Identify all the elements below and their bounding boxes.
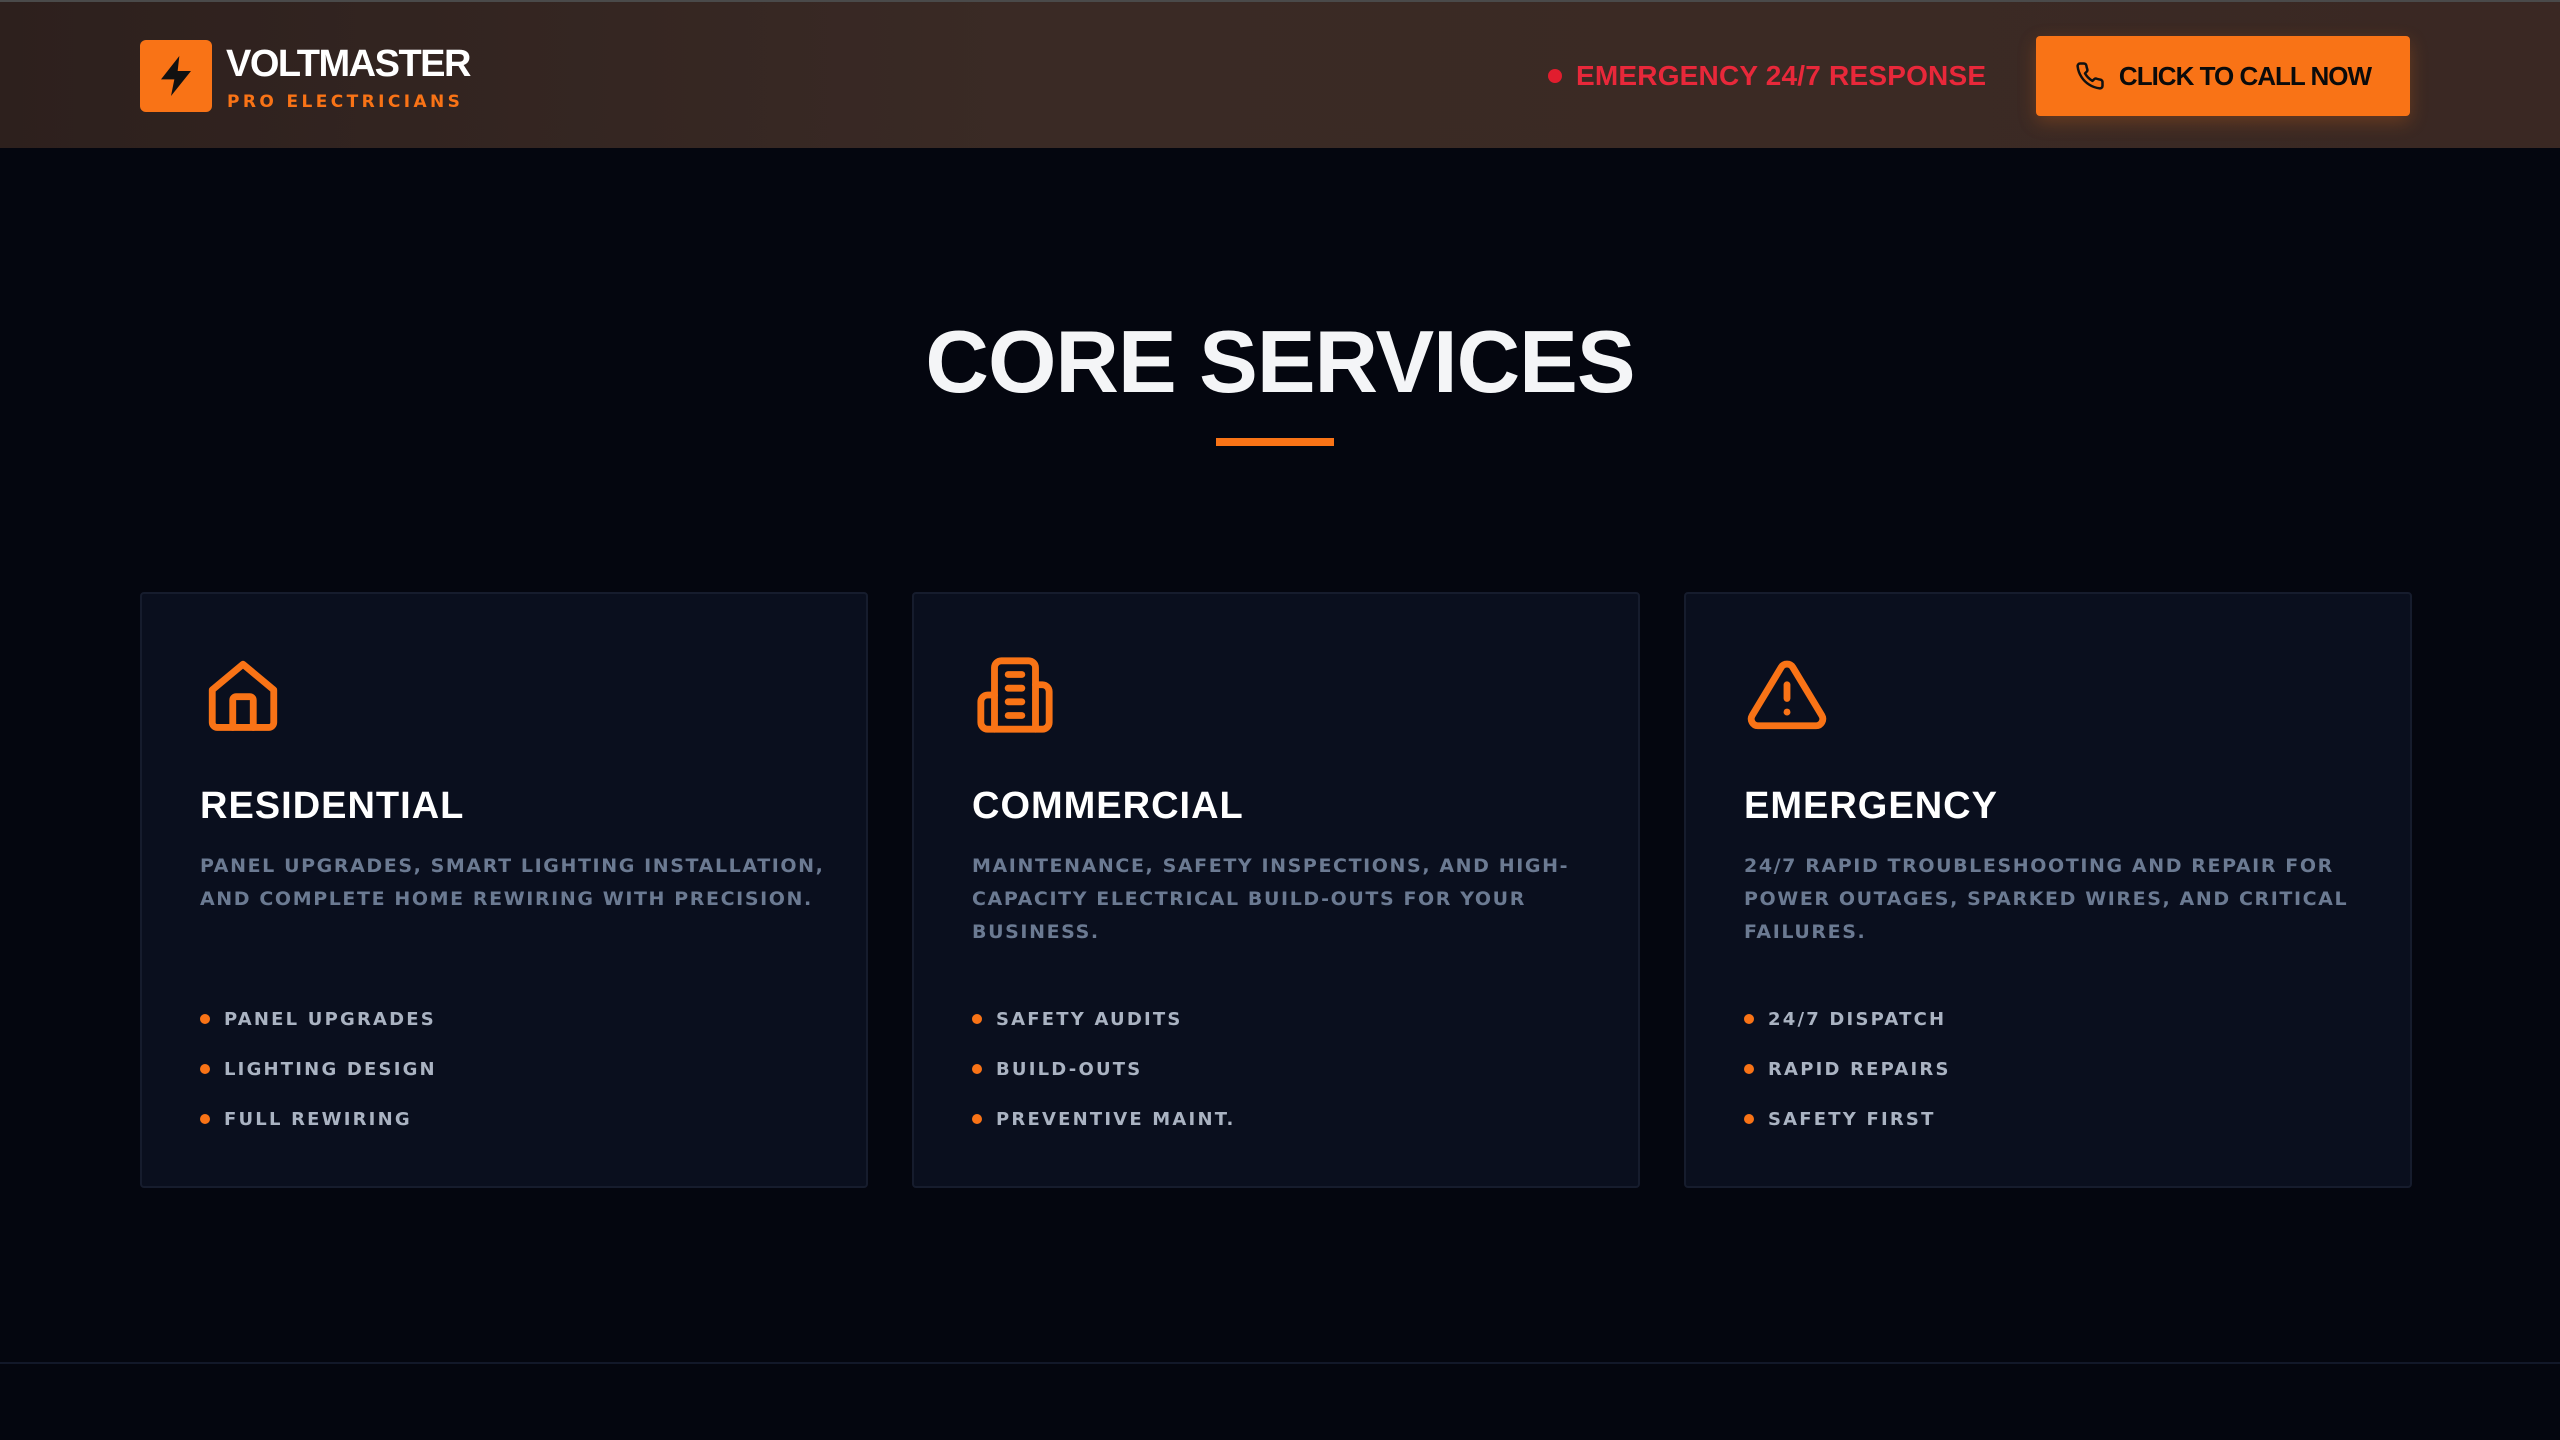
- logo-badge[interactable]: [140, 40, 212, 112]
- brand-tagline: PRO ELECTRICIANS: [227, 92, 464, 112]
- section-title: CORE SERVICES: [925, 312, 1635, 411]
- bullet-icon: [972, 1014, 982, 1024]
- warning-triangle-icon: [1747, 660, 1827, 730]
- section-divider: [0, 1362, 2560, 1364]
- call-now-button[interactable]: CLICK TO CALL NOW: [2036, 36, 2410, 116]
- call-now-label: CLICK TO CALL NOW: [2118, 60, 2372, 91]
- list-item: RAPID REPAIRS: [1744, 1044, 1951, 1094]
- list-item: PANEL UPGRADES: [200, 994, 437, 1044]
- bullet-icon: [200, 1014, 210, 1024]
- site-header: VOLTMASTER PRO ELECTRICIANS EMERGENCY 24…: [0, 0, 2560, 148]
- card-title: COMMERCIAL: [972, 785, 1244, 827]
- list-item: BUILD-OUTS: [972, 1044, 1236, 1094]
- status-dot-icon: [1548, 69, 1562, 83]
- service-card-emergency: EMERGENCY 24/7 RAPID TROUBLESHOOTING AND…: [1684, 592, 2412, 1188]
- service-card-commercial: COMMERCIAL MAINTENANCE, SAFETY INSPECTIO…: [912, 592, 1640, 1188]
- card-title: EMERGENCY: [1744, 785, 1998, 827]
- bullet-icon: [1744, 1014, 1754, 1024]
- emergency-text: EMERGENCY 24/7 RESPONSE: [1576, 60, 1987, 91]
- title-underline: [1216, 438, 1334, 446]
- feature-list: SAFETY AUDITS BUILD-OUTS PREVENTIVE MAIN…: [972, 994, 1236, 1144]
- feature-list: PANEL UPGRADES LIGHTING DESIGN FULL REWI…: [200, 994, 437, 1144]
- house-icon: [208, 660, 278, 731]
- card-title: RESIDENTIAL: [200, 785, 465, 827]
- bullet-icon: [200, 1114, 210, 1124]
- list-item: SAFETY AUDITS: [972, 994, 1236, 1044]
- card-description: PANEL UPGRADES, SMART LIGHTING INSTALLAT…: [200, 855, 825, 910]
- list-item: LIGHTING DESIGN: [200, 1044, 437, 1094]
- card-description: 24/7 RAPID TROUBLESHOOTING AND REPAIR FO…: [1744, 855, 2349, 943]
- bullet-icon: [972, 1064, 982, 1074]
- list-item: SAFETY FIRST: [1744, 1094, 1951, 1144]
- brand-name[interactable]: VOLTMASTER: [226, 44, 471, 84]
- phone-icon: [2075, 61, 2105, 91]
- building-icon: [977, 657, 1053, 733]
- list-item: PREVENTIVE MAINT.: [972, 1094, 1236, 1144]
- list-item: FULL REWIRING: [200, 1094, 437, 1144]
- lightning-bolt-icon: [161, 56, 191, 96]
- feature-list: 24/7 DISPATCH RAPID REPAIRS SAFETY FIRST: [1744, 994, 1951, 1144]
- bullet-icon: [1744, 1064, 1754, 1074]
- emergency-notice: EMERGENCY 24/7 RESPONSE: [1548, 58, 1986, 94]
- list-item: 24/7 DISPATCH: [1744, 994, 1951, 1044]
- card-description: MAINTENANCE, SAFETY INSPECTIONS, AND HIG…: [972, 855, 1570, 943]
- bullet-icon: [1744, 1114, 1754, 1124]
- service-card-residential: RESIDENTIAL PANEL UPGRADES, SMART LIGHTI…: [140, 592, 868, 1188]
- bullet-icon: [972, 1114, 982, 1124]
- bullet-icon: [200, 1064, 210, 1074]
